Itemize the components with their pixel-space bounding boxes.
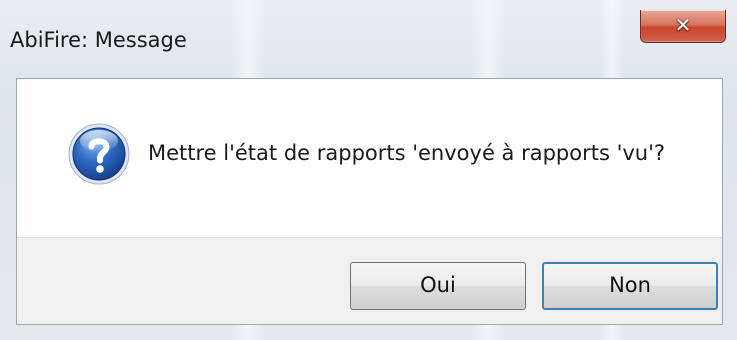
no-button[interactable]: Non	[542, 262, 718, 310]
close-icon: ✕	[674, 13, 692, 37]
window-title: AbiFire: Message	[10, 28, 187, 52]
dialog-client-area: Mettre l'état de rapports 'envoyé à rapp…	[16, 78, 723, 325]
yes-button[interactable]: Oui	[350, 262, 526, 310]
close-button[interactable]: ✕	[640, 10, 726, 43]
question-icon	[68, 123, 130, 185]
message-text: Mettre l'état de rapports 'envoyé à rapp…	[148, 141, 666, 165]
title-bar[interactable]: AbiFire: Message ✕	[0, 0, 737, 78]
message-dialog-window: AbiFire: Message ✕ Mettre l'état de rapp…	[0, 0, 737, 340]
button-bar: Oui Non	[17, 237, 722, 324]
message-area: Mettre l'état de rapports 'envoyé à rapp…	[17, 79, 722, 237]
